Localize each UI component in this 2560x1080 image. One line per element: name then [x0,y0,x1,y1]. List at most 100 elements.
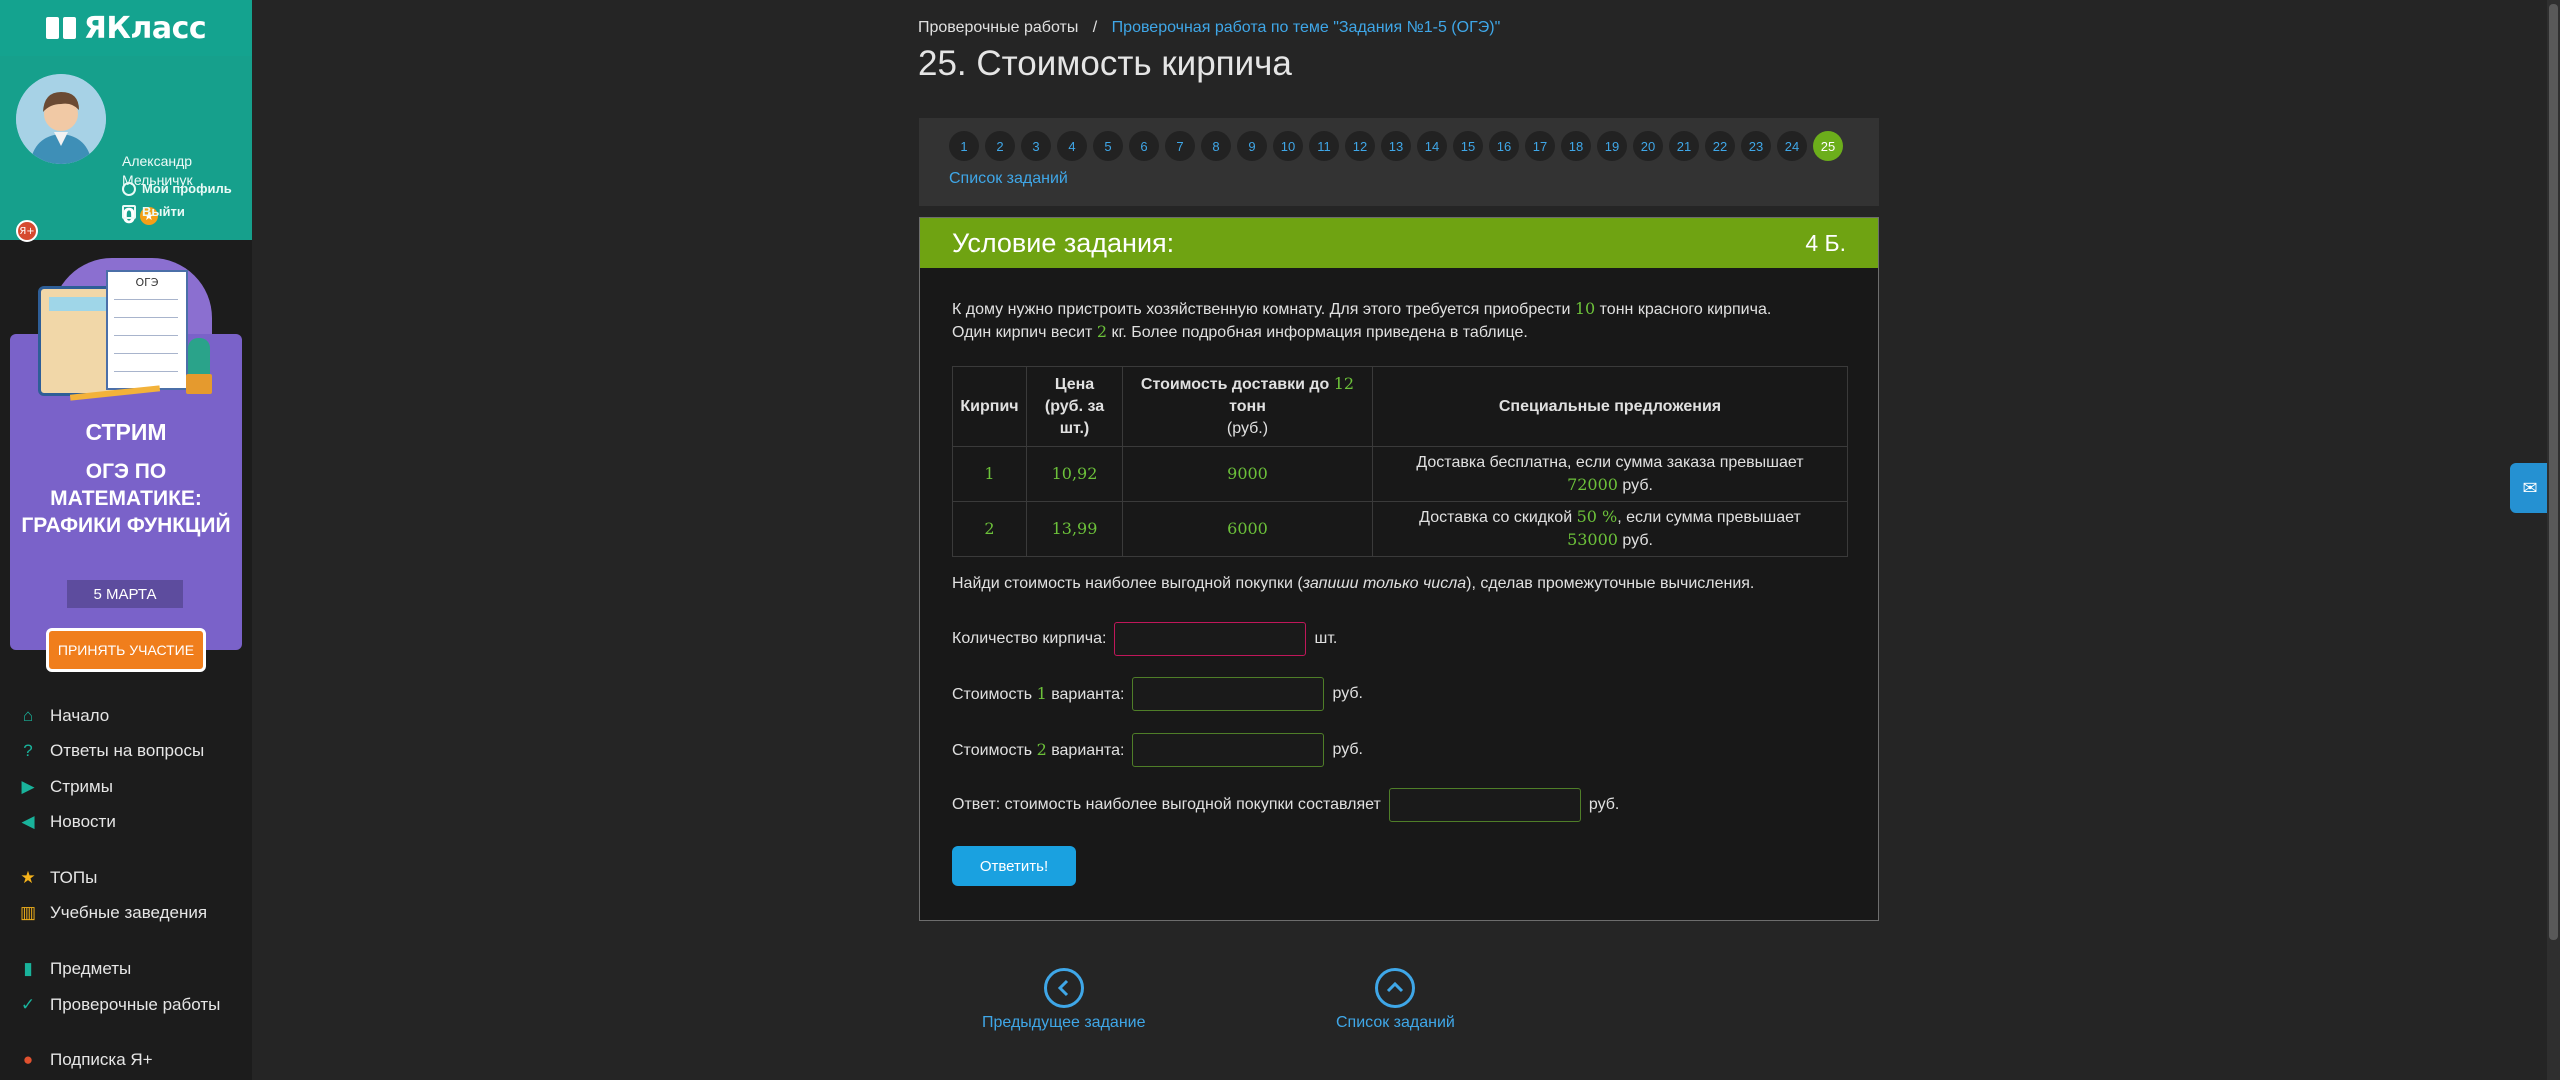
task-number-18[interactable]: 18 [1561,131,1591,161]
quantity-row: Количество кирпича: шт. [952,622,1337,656]
table-row: 2 13,99 6000 Доставка со скидкой 50 %, е… [952,501,1848,557]
mail-icon: ✉ [2522,477,2538,499]
page-title: 25. Стоимость кирпича [918,44,1292,83]
cost1-input[interactable] [1132,677,1325,711]
nav-home-label: Начало [50,706,110,725]
join-button[interactable]: ПРИНЯТЬ УЧАСТИЕ [46,628,206,672]
task-number-16[interactable]: 16 [1489,131,1519,161]
submit-button[interactable]: Ответить! [952,846,1076,886]
school-icon: ▥ [19,903,37,922]
task-number-4[interactable]: 4 [1057,131,1087,161]
nav-schools[interactable]: ▥ Учебные заведения [18,903,207,923]
task-number-list: 1 2 3 4 5 6 7 8 9 10 11 12 13 14 15 16 17 18 19 20 21 22 23 24 2… [949,131,1843,161]
task-number-1[interactable]: 1 [949,131,979,161]
nav-answers[interactable]: ? Ответы на вопросы [18,741,204,761]
chevron-up-icon [1375,968,1416,1008]
row2-offer-b: руб. [1622,532,1653,549]
logout-icon [122,204,136,219]
row1-offer-num: 72000 [1567,474,1618,494]
check-icon: ✓ [20,995,36,1014]
answer-unit: руб. [1588,796,1620,813]
task-list-bottom-link[interactable]: Список заданий [1336,968,1455,1032]
cost2-num: 2 [1036,740,1047,759]
nav-tops-label: ТОПы [50,868,98,887]
task-number-2[interactable]: 2 [985,131,1015,161]
cost1-row: Стоимость 1 варианта: руб. [952,677,1363,711]
nav-subjects[interactable]: ▮ Предметы [18,959,131,979]
task-number-22[interactable]: 22 [1705,131,1735,161]
nav-tops[interactable]: ★ ТОПы [18,868,97,888]
task-number-14[interactable]: 14 [1417,131,1447,161]
profile-link[interactable]: Мой профиль [122,181,232,196]
cost2-input[interactable] [1132,733,1325,767]
nav-news[interactable]: ◀ Новости [18,812,115,832]
task-navigation: 1 2 3 4 5 6 7 8 9 10 11 12 13 14 15 16 17 18 19 20 21 22 23 24 2… [919,118,1879,206]
task-number-7[interactable]: 7 [1165,131,1195,161]
stream-promo[interactable]: ОГЭ СТРИМ ОГЭ ПО МАТЕМАТИКЕ: ГРАФИКИ ФУН… [10,258,242,678]
task-number-20[interactable]: 20 [1633,131,1663,161]
task-number-12[interactable]: 12 [1345,131,1375,161]
nav-home[interactable]: ⌂ Начало [18,706,109,726]
cost2-label-a: Стоимость [952,742,1033,759]
task-list-link[interactable]: Список заданий [949,170,1068,188]
answer-input[interactable] [1388,788,1581,822]
price-table: Кирпич Цена (руб. за шт.) Стоимость дост… [952,366,1848,557]
pot-icon [186,374,212,394]
header-delivery-b: тонн [1229,398,1266,415]
chevron-left-icon [1043,968,1084,1008]
row2-brick: 2 [952,501,1027,557]
task-number-9[interactable]: 9 [1237,131,1267,161]
find-text-a: Найди стоимость наиболее выгодной покупк… [952,575,1303,592]
feedback-button[interactable]: ✉ [2510,463,2550,513]
subscription-icon: ● [22,1050,34,1069]
row1-brick: 1 [952,446,1027,502]
row1-offer-a: Доставка бесплатна, если сумма заказа пр… [1416,453,1804,471]
prev-task-link[interactable]: Предыдущее задание [982,968,1145,1032]
task-header: Условие задания: 4 Б. [920,218,1878,268]
nav-subscription[interactable]: ● Подписка Я+ [18,1050,153,1070]
row2-offer-pct: 50 % [1576,507,1618,526]
logout-link[interactable]: Выйти [122,204,185,219]
nav-subscription-label: Подписка Я+ [50,1050,153,1069]
logo[interactable]: ЯКласс [0,0,252,56]
task-number-10[interactable]: 10 [1273,131,1303,161]
books-icon: ▮ [23,959,33,978]
task-number-6[interactable]: 6 [1129,131,1159,161]
task-list-bottom-label: Список заданий [1336,1014,1455,1031]
book-icon [45,17,76,39]
cost2-unit: руб. [1332,741,1363,758]
task-number-24[interactable]: 24 [1777,131,1807,161]
task-number-19[interactable]: 19 [1597,131,1627,161]
header-delivery: Стоимость доставки до 12 тонн (руб.) [1122,366,1373,447]
quantity-label: Количество кирпича: [952,630,1107,647]
header-delivery-c: (руб.) [1226,420,1269,437]
answer-label: Ответ: стоимость наиболее выгодной покуп… [952,796,1381,813]
scrollbar-thumb[interactable] [2549,4,2558,940]
cost2-label: Стоимость 2 варианта: [952,740,1124,760]
task-number-21[interactable]: 21 [1669,131,1699,161]
avatar[interactable] [16,74,106,164]
task-header-title: Условие задания: [952,227,1175,258]
task-number-25[interactable]: 25 [1813,131,1843,161]
task-number-5[interactable]: 5 [1093,131,1123,161]
breadcrumb-item-test[interactable]: Проверочная работа по теме "Задания №1-5… [1112,19,1501,36]
breadcrumb-item-tests[interactable]: Проверочные работы [918,19,1078,36]
task-number-23[interactable]: 23 [1741,131,1771,161]
cost1-label-b: варианта: [1051,686,1125,703]
task-text-2a: Один кирпич весит [952,324,1093,341]
task-number-15[interactable]: 15 [1453,131,1483,161]
row2-price: 13,99 [1026,501,1123,557]
quantity-input[interactable] [1114,622,1307,656]
task-number-8[interactable]: 8 [1201,131,1231,161]
cost2-row: Стоимость 2 варианта: руб. [952,733,1363,767]
task-text: К дому нужно пристроить хозяйственную ко… [952,298,1852,344]
task-number-17[interactable]: 17 [1525,131,1555,161]
cost1-label-a: Стоимость [952,686,1033,703]
nav-tests[interactable]: ✓ Проверочные работы [18,995,220,1015]
nav-tests-label: Проверочные работы [50,995,221,1014]
task-number-13[interactable]: 13 [1381,131,1411,161]
task-number-3[interactable]: 3 [1021,131,1051,161]
star-icon: ★ [20,868,36,887]
task-number-11[interactable]: 11 [1309,131,1339,161]
nav-streams[interactable]: ▶ Стримы [18,777,112,797]
